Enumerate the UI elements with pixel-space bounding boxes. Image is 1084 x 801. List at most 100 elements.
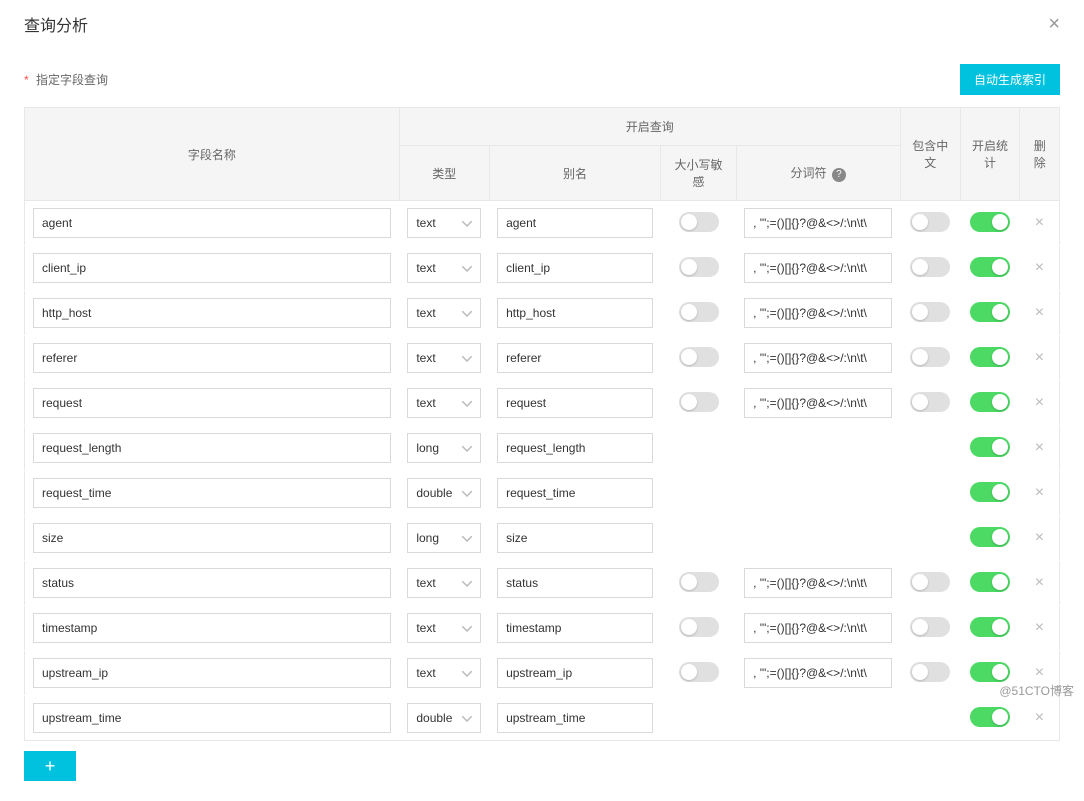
modal-title: 查询分析 (24, 12, 88, 36)
delete-row-icon[interactable]: × (1035, 439, 1044, 456)
type-select[interactable]: text (407, 568, 481, 598)
alias-input[interactable] (497, 703, 653, 733)
col-header-type: 类型 (399, 146, 489, 201)
case-sensitive-toggle[interactable] (679, 392, 719, 412)
type-select[interactable]: text (407, 253, 481, 283)
type-select[interactable]: text (407, 388, 481, 418)
help-icon[interactable]: ? (832, 168, 846, 182)
case-sensitive-toggle[interactable] (679, 617, 719, 637)
col-header-alias: 别名 (489, 146, 661, 201)
include-chinese-toggle[interactable] (910, 572, 950, 592)
delete-row-icon[interactable]: × (1035, 394, 1044, 411)
col-header-delete: 删除 (1020, 108, 1060, 201)
tokenizer-input[interactable] (744, 208, 892, 238)
type-select[interactable]: text (407, 343, 481, 373)
stats-toggle[interactable] (970, 617, 1010, 637)
chevron-down-icon (462, 486, 472, 500)
case-sensitive-toggle[interactable] (679, 662, 719, 682)
delete-row-icon[interactable]: × (1035, 259, 1044, 276)
tokenizer-input[interactable] (744, 253, 892, 283)
delete-row-icon[interactable]: × (1035, 709, 1044, 726)
include-chinese-toggle[interactable] (910, 257, 950, 277)
field-name-input[interactable] (33, 703, 391, 733)
alias-input[interactable] (497, 478, 653, 508)
delete-row-icon[interactable]: × (1035, 214, 1044, 231)
type-select[interactable]: text (407, 613, 481, 643)
delete-row-icon[interactable]: × (1035, 484, 1044, 501)
type-select[interactable]: double (407, 478, 481, 508)
type-select[interactable]: text (407, 208, 481, 238)
alias-input[interactable] (497, 613, 653, 643)
type-select[interactable]: text (407, 298, 481, 328)
case-sensitive-toggle[interactable] (679, 212, 719, 232)
stats-toggle[interactable] (970, 212, 1010, 232)
field-name-input[interactable] (33, 568, 391, 598)
include-chinese-toggle[interactable] (910, 347, 950, 367)
field-name-input[interactable] (33, 658, 391, 688)
alias-input[interactable] (497, 343, 653, 373)
tokenizer-header-text: 分词符 (791, 166, 827, 180)
field-name-input[interactable] (33, 613, 391, 643)
type-select[interactable]: long (407, 523, 481, 553)
stats-toggle[interactable] (970, 257, 1010, 277)
include-chinese-toggle[interactable] (910, 392, 950, 412)
include-chinese-toggle[interactable] (910, 212, 950, 232)
tokenizer-input[interactable] (744, 388, 892, 418)
alias-input[interactable] (497, 253, 653, 283)
type-select-value: double (416, 486, 452, 500)
close-icon[interactable]: × (1048, 13, 1060, 36)
stats-toggle[interactable] (970, 347, 1010, 367)
include-chinese-toggle[interactable] (910, 302, 950, 322)
include-chinese-toggle[interactable] (910, 662, 950, 682)
alias-input[interactable] (497, 298, 653, 328)
stats-toggle[interactable] (970, 482, 1010, 502)
alias-input[interactable] (497, 433, 653, 463)
auto-generate-index-button[interactable]: 自动生成索引 (960, 64, 1060, 95)
include-chinese-toggle[interactable] (910, 617, 950, 637)
tokenizer-input[interactable] (744, 343, 892, 373)
add-row-button[interactable]: + (24, 751, 76, 781)
case-sensitive-toggle[interactable] (679, 572, 719, 592)
field-name-input[interactable] (33, 298, 391, 328)
field-config-table: 字段名称 开启查询 包含中文 开启统计 删除 类型 别名 大小写敏感 分词符 ?… (24, 107, 1060, 741)
stats-toggle[interactable] (970, 662, 1010, 682)
case-sensitive-toggle[interactable] (679, 302, 719, 322)
delete-row-icon[interactable]: × (1035, 529, 1044, 546)
field-name-input[interactable] (33, 343, 391, 373)
field-name-input[interactable] (33, 433, 391, 463)
type-select-value: text (416, 261, 435, 275)
type-select[interactable]: long (407, 433, 481, 463)
field-name-input[interactable] (33, 208, 391, 238)
alias-input[interactable] (497, 568, 653, 598)
type-select-value: text (416, 216, 435, 230)
delete-row-icon[interactable]: × (1035, 574, 1044, 591)
delete-row-icon[interactable]: × (1035, 664, 1044, 681)
tokenizer-input[interactable] (744, 658, 892, 688)
stats-toggle[interactable] (970, 707, 1010, 727)
chevron-down-icon (462, 396, 472, 410)
stats-toggle[interactable] (970, 392, 1010, 412)
tokenizer-input[interactable] (744, 568, 892, 598)
field-name-input[interactable] (33, 388, 391, 418)
table-row: text × (25, 651, 1060, 696)
case-sensitive-toggle[interactable] (679, 257, 719, 277)
stats-toggle[interactable] (970, 437, 1010, 457)
field-name-input[interactable] (33, 253, 391, 283)
alias-input[interactable] (497, 388, 653, 418)
stats-toggle[interactable] (970, 572, 1010, 592)
stats-toggle[interactable] (970, 302, 1010, 322)
delete-row-icon[interactable]: × (1035, 619, 1044, 636)
alias-input[interactable] (497, 523, 653, 553)
alias-input[interactable] (497, 658, 653, 688)
type-select[interactable]: double (407, 703, 481, 733)
stats-toggle[interactable] (970, 527, 1010, 547)
case-sensitive-toggle[interactable] (679, 347, 719, 367)
delete-row-icon[interactable]: × (1035, 349, 1044, 366)
type-select[interactable]: text (407, 658, 481, 688)
alias-input[interactable] (497, 208, 653, 238)
tokenizer-input[interactable] (744, 298, 892, 328)
field-name-input[interactable] (33, 478, 391, 508)
field-name-input[interactable] (33, 523, 391, 553)
tokenizer-input[interactable] (744, 613, 892, 643)
delete-row-icon[interactable]: × (1035, 304, 1044, 321)
